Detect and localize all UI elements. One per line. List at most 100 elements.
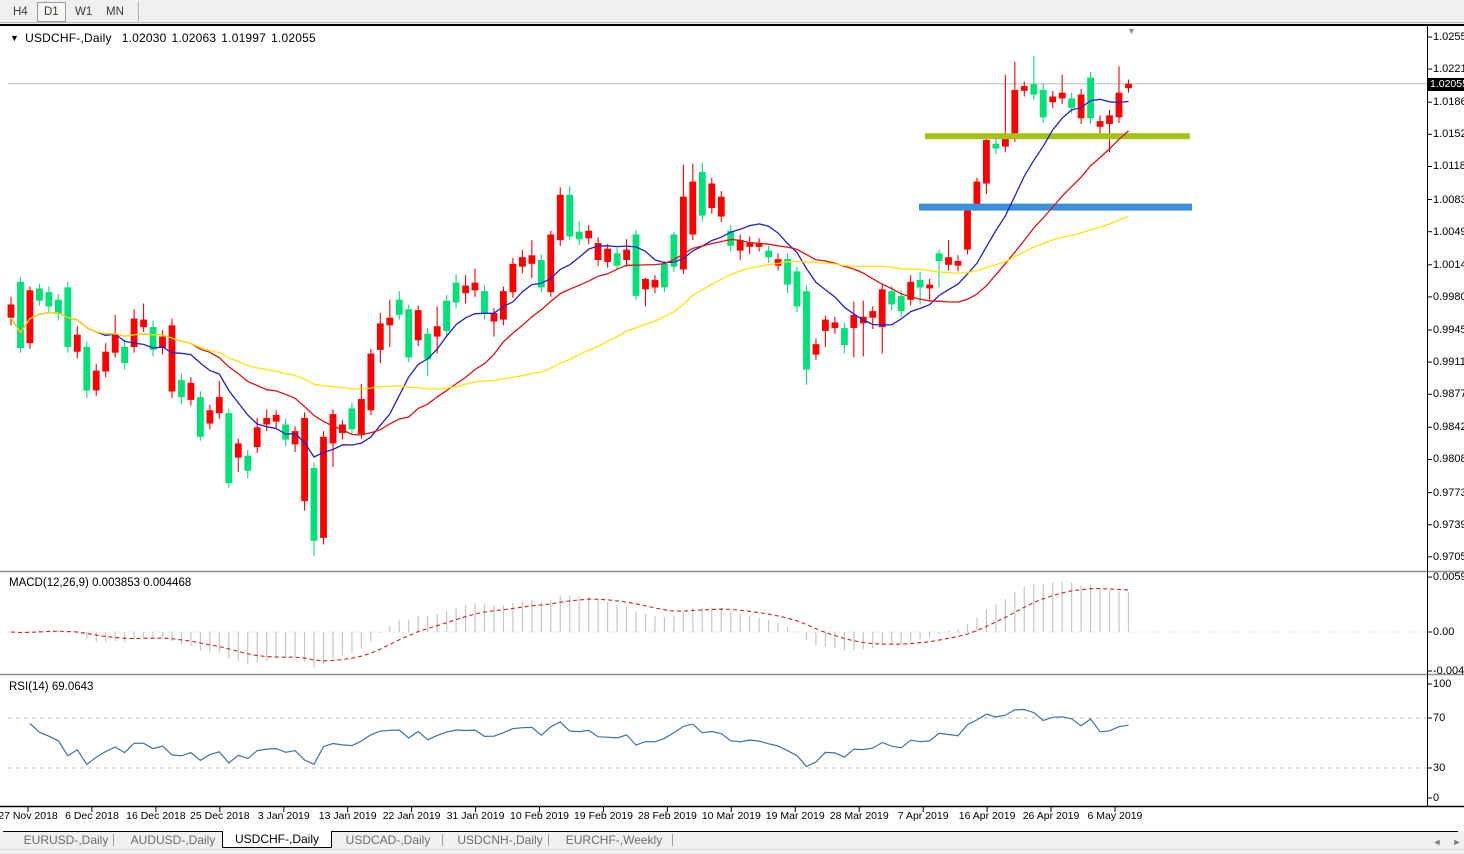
candle (206, 410, 214, 424)
candle (481, 291, 488, 314)
candle (983, 140, 990, 184)
candle (689, 181, 697, 235)
moving-average-10 (10, 98, 1129, 458)
candle (509, 263, 517, 293)
candle (822, 319, 829, 331)
tab-scroll-right-icon[interactable]: ► (1451, 836, 1463, 848)
candle (329, 414, 337, 444)
candle (1087, 77, 1094, 119)
chart-symbol-title[interactable]: ▼ USDCHF-,Daily 1.02030 1.02063 1.01997 1.020… (10, 31, 316, 45)
candle (717, 196, 725, 217)
candle (841, 328, 848, 346)
ohlc-high: 1.02063 (171, 31, 217, 45)
candle (490, 313, 498, 322)
date-axis-label: 16 Dec 2018 (126, 810, 186, 822)
candle (964, 209, 971, 250)
candle (547, 234, 555, 293)
candle (111, 334, 119, 353)
candle (244, 455, 252, 471)
candle (935, 253, 943, 261)
candle (746, 243, 754, 247)
candle (642, 278, 649, 290)
candle (358, 399, 365, 434)
candle (178, 380, 185, 398)
date-axis-label: 16 Apr 2019 (958, 810, 1016, 822)
candle (36, 288, 43, 301)
date-axis-label: 25 Dec 2018 (190, 810, 250, 822)
candle (187, 382, 195, 400)
macd-axis-label: 0.00597 (1433, 571, 1464, 584)
candle (462, 285, 469, 294)
candle (121, 347, 128, 364)
candle (585, 230, 593, 239)
ohlc-low: 1.01997 (221, 31, 267, 45)
tab-eurchf[interactable]: EURCHF-,Weekly (558, 832, 670, 848)
tab-scroll-left-icon[interactable]: ◄ (1431, 836, 1443, 848)
candle (708, 183, 716, 209)
date-axis-label: 28 Mar 2019 (829, 810, 889, 822)
candle (528, 255, 536, 264)
candle (26, 290, 34, 344)
candle (850, 314, 858, 329)
candle (1020, 86, 1028, 91)
candle (405, 309, 413, 358)
date-axis-label: 10 Mar 2019 (701, 810, 761, 822)
tab-audusd[interactable]: AUDUSD-,Daily (125, 832, 221, 848)
date-axis-label: 6 May 2019 (1087, 810, 1143, 822)
candle (736, 240, 744, 251)
price-chart-canvas[interactable] (0, 0, 1464, 853)
resistance-band-line[interactable] (925, 133, 1190, 140)
price-axis-label: 0.99450 (1433, 323, 1464, 336)
candle (443, 300, 450, 331)
current-price-badge: 1.02055 (1428, 78, 1464, 91)
rsi-axis-label: 0 (1433, 792, 1440, 804)
tab-eurusd[interactable]: EURUSD-,Daily (18, 832, 114, 848)
price-axis-label: 1.01860 (1433, 96, 1464, 109)
candle (272, 415, 280, 422)
candle (755, 244, 763, 247)
candle (556, 194, 564, 241)
candle (519, 257, 526, 267)
candle (1039, 89, 1047, 118)
candle (613, 253, 621, 266)
date-axis-label: 6 Dec 2018 (65, 810, 119, 822)
rsi-indicator-label: RSI(14) 69.0643 (9, 681, 94, 693)
price-axis-label: 1.00490 (1433, 225, 1464, 238)
mt4-application: H4 D1 W1 MN ▼ USDCHF-,Daily 1.02030 1.02063 1.0… (0, 0, 1464, 854)
status-strip (0, 849, 1464, 854)
price-axis-label: 0.97730 (1433, 486, 1464, 499)
macd-value-signal: 0.004468 (143, 577, 192, 589)
tab-usdchf[interactable]: USDCHF-,Daily (222, 831, 332, 848)
candle (784, 259, 791, 285)
tab-divider (548, 834, 549, 846)
candle (263, 417, 271, 425)
price-axis-label: 0.98770 (1433, 388, 1464, 401)
mouse-cursor-icon: ▼ (1127, 26, 1136, 36)
chevron-down-icon: ▼ (10, 33, 20, 43)
candle (197, 397, 204, 437)
chart-tab-bar: EURUSD-,Daily AUDUSD-,Daily USDCHF-,Daily U… (0, 831, 1464, 849)
tab-usdcad[interactable]: USDCAD-,Daily (340, 832, 436, 848)
candle (367, 353, 375, 411)
macd-value-main: 0.003853 (92, 577, 141, 589)
candle (698, 172, 706, 216)
date-axis-label: 31 Jan 2019 (446, 810, 505, 822)
rsi-value: 69.0643 (51, 681, 94, 693)
candles-layer[interactable] (7, 55, 1132, 556)
date-axis-label: 19 Mar 2019 (765, 810, 825, 822)
candle (803, 291, 810, 370)
candle (301, 417, 308, 502)
candle (1011, 89, 1019, 137)
candle (310, 468, 318, 541)
ohlc-close: 1.02055 (271, 31, 316, 45)
candle (7, 304, 15, 318)
candle (945, 257, 952, 265)
ohlc-open: 1.02030 (121, 31, 167, 45)
candle (812, 344, 820, 355)
candle (102, 351, 110, 372)
candle (159, 336, 166, 348)
tab-usdcnh[interactable]: USDCNH-,Daily (452, 832, 548, 848)
candle (225, 413, 233, 484)
moving-average-40 (10, 215, 1129, 390)
candle (1068, 98, 1075, 108)
